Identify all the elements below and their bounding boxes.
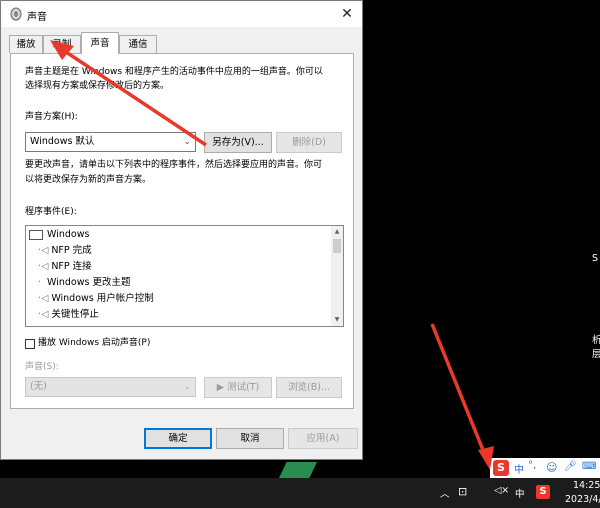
edge-text-1: S <box>592 253 599 264</box>
scroll-up-icon[interactable]: ▲ <box>331 226 343 238</box>
change-description-line2: 以将更改保存为新的声音方案。 <box>25 175 152 185</box>
clock-date[interactable]: 2023/4/ <box>565 494 600 505</box>
list-item[interactable]: ·◁ NFP 完成 <box>38 243 92 259</box>
list-scrollbar[interactable]: ▲ ▼ <box>331 226 343 326</box>
microphone-icon[interactable]: 🎤︎ <box>564 461 577 472</box>
change-description-line1: 要更改声音，请单击以下列表中的程序事件，然后选择要应用的声音。你可 <box>25 160 323 170</box>
startup-sound-checkbox[interactable] <box>25 339 35 349</box>
tab-playback[interactable]: 播放 <box>9 35 43 53</box>
title-bar[interactable]: 声音 ✕ <box>1 1 362 27</box>
speaker-group-icon <box>29 229 43 240</box>
tree-line-icon: · <box>38 277 45 288</box>
apply-button[interactable]: 应用(A) <box>288 428 358 449</box>
list-item[interactable]: ·◁ 关键性停止 <box>38 307 99 323</box>
speaker-app-icon <box>10 7 22 21</box>
tab-sounds[interactable]: 声音 <box>81 32 119 54</box>
scheme-label: 声音方案(H): <box>25 112 78 122</box>
list-item[interactable]: · Windows 更改主题 <box>38 275 130 291</box>
chevron-down-icon: ⌄ <box>183 137 191 147</box>
tab-recording[interactable]: 录制 <box>43 35 81 53</box>
speaker-icon: ·◁ <box>38 245 49 256</box>
sounds-label: 声音(S): <box>25 362 59 372</box>
program-events-label: 程序事件(E): <box>25 207 77 217</box>
sounds-value: (无) <box>30 381 47 392</box>
edge-text-2: 析 <box>592 335 600 346</box>
chevron-up-icon[interactable]: ︿ <box>440 486 450 500</box>
speaker-icon: ·◁ <box>38 261 49 272</box>
scroll-down-icon[interactable]: ▼ <box>331 314 343 326</box>
app-thumbnail[interactable] <box>279 462 317 478</box>
close-button[interactable]: ✕ <box>332 1 362 27</box>
punctuation-icon[interactable]: °, <box>528 460 536 471</box>
list-item[interactable]: ·◁ Windows 用户帐户控制 <box>38 291 154 307</box>
test-button[interactable]: ▶ 测试(T) <box>204 377 272 398</box>
sogou-tray-icon[interactable]: S <box>536 485 550 499</box>
theme-description-line1: 声音主题是在 Windows 和程序产生的活动事件中应用的一组声音。你可以 <box>25 67 323 77</box>
speaker-icon: ·◁ <box>38 309 49 320</box>
clock-time[interactable]: 14:25 <box>573 480 600 491</box>
theme-description-line2: 选择现有方案或保存修改后的方案。 <box>25 81 170 91</box>
save-as-button[interactable]: 另存为(V)... <box>204 132 272 153</box>
startup-sound-label: 播放 Windows 启动声音(P) <box>38 338 151 348</box>
chevron-down-icon: ⌄ <box>183 382 191 392</box>
scheme-select[interactable]: Windows 默认 ⌄ <box>25 132 196 152</box>
delete-button[interactable]: 删除(D) <box>276 132 342 153</box>
annotation-arrow-to-tray <box>430 323 494 470</box>
scroll-thumb[interactable] <box>333 239 341 253</box>
taskbar: ︿ ⊡ ◁× 中 S 14:25 2023/4/ <box>0 478 600 508</box>
list-item[interactable]: ·◁ NFP 连接 <box>38 259 92 275</box>
cancel-button[interactable]: 取消 <box>216 428 284 449</box>
sound-dialog: 声音 ✕ 播放 录制 声音 通信 声音主题是在 Windows 和程序产生的活动… <box>0 0 363 460</box>
sounds-select[interactable]: (无) ⌄ <box>25 377 196 397</box>
program-events-list[interactable]: Windows ·◁ NFP 完成 ·◁ NFP 连接 · Windows 更改主题… <box>25 225 344 327</box>
speaker-icon: ·◁ <box>38 293 49 304</box>
scheme-value: Windows 默认 <box>30 136 95 147</box>
ime-toolbar[interactable]: S 中 °, ☺ 🎤︎ ⌨ <box>490 458 600 478</box>
network-icon[interactable]: ⊡ <box>458 485 467 498</box>
edge-text-3: 层 <box>592 349 600 360</box>
ime-lang-toggle[interactable]: 中 <box>514 461 524 476</box>
volume-muted-icon[interactable]: ◁× <box>494 485 509 496</box>
emoji-icon[interactable]: ☺ <box>546 461 557 474</box>
window-title: 声音 <box>27 12 47 23</box>
list-item[interactable]: Windows <box>29 227 89 243</box>
browse-button[interactable]: 浏览(B)... <box>276 377 342 398</box>
ok-button[interactable]: 确定 <box>144 428 212 449</box>
keyboard-icon[interactable]: ⌨ <box>582 461 596 472</box>
tab-communications[interactable]: 通信 <box>119 35 157 53</box>
ime-tray-lang[interactable]: 中 <box>515 486 525 500</box>
sogou-s-icon[interactable]: S <box>493 460 509 476</box>
